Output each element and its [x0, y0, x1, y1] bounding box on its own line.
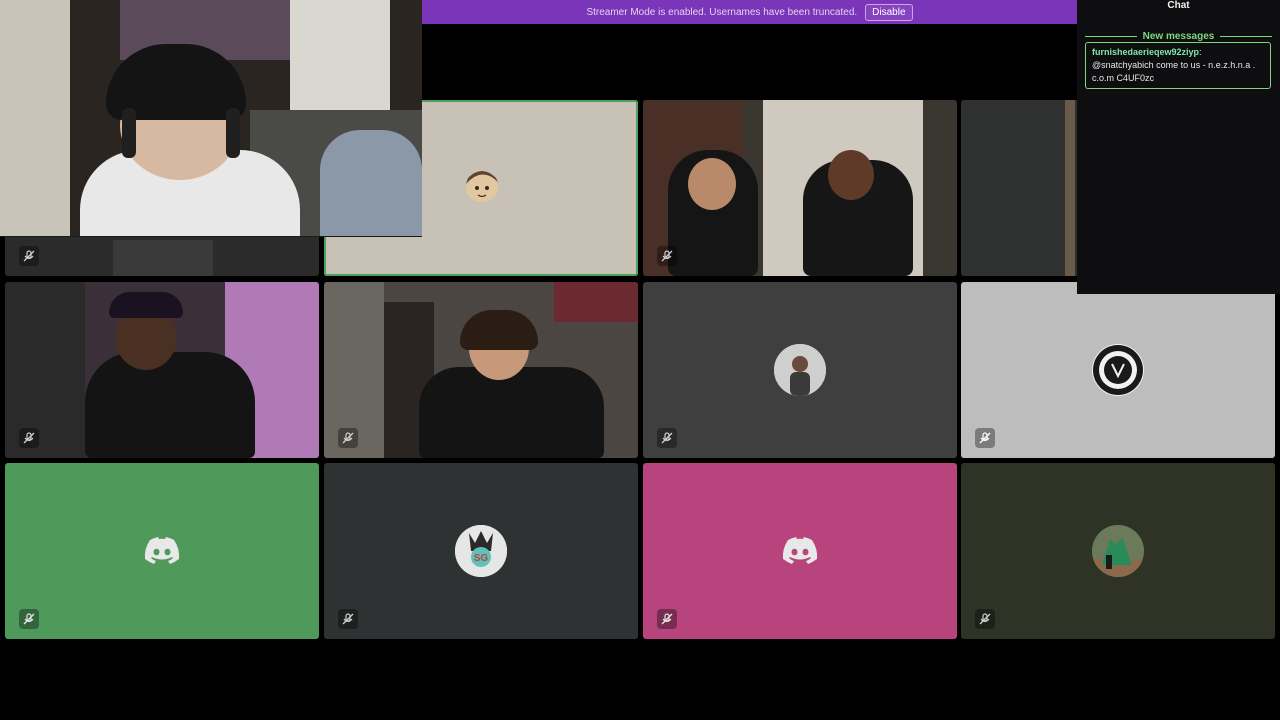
video-tile-12[interactable]	[961, 463, 1275, 639]
mute-icon	[657, 428, 677, 448]
streamer-mode-banner: Streamer Mode is enabled. Usernames have…	[422, 0, 1077, 24]
video-tile-9[interactable]	[5, 463, 319, 639]
video-tile-7[interactable]	[643, 282, 957, 458]
emblem-avatar	[1092, 344, 1144, 396]
outdoor-photo-avatar	[1092, 525, 1144, 577]
chat-title: Chat	[1167, 0, 1190, 11]
chat-message-text: @snatchyabich come to us - n.e.z.h.n.a .…	[1092, 60, 1256, 83]
new-messages-divider: New messages	[1085, 31, 1272, 42]
streamer-mode-message: Streamer Mode is enabled. Usernames have…	[586, 6, 858, 18]
chat-separator: :	[1199, 47, 1202, 57]
discord-logo-icon	[782, 537, 818, 565]
video-tile-11[interactable]	[643, 463, 957, 639]
disable-streamer-mode-button[interactable]: Disable	[865, 3, 913, 21]
chat-panel: Chat New messages furnishedaerieqew92ziy…	[1077, 0, 1280, 294]
discord-stage: SG Streamer Mode is enabled. Usernames h…	[0, 0, 1280, 720]
mute-icon	[975, 609, 995, 629]
chat-message[interactable]: furnishedaerieqew92ziyp: @snatchyabich c…	[1085, 42, 1271, 89]
anime-character-avatar	[456, 160, 508, 212]
mute-icon	[338, 428, 358, 448]
mute-icon	[657, 609, 677, 629]
video-tile-5[interactable]	[5, 282, 319, 458]
video-tile-6[interactable]	[324, 282, 638, 458]
chat-username[interactable]: furnishedaerieqew92ziyp	[1092, 47, 1199, 57]
person-photo-avatar	[774, 344, 826, 396]
mute-icon	[19, 428, 39, 448]
mute-icon	[338, 609, 358, 629]
new-messages-label: New messages	[1142, 31, 1215, 42]
video-tile-10[interactable]: SG	[324, 463, 638, 639]
video-tile-8[interactable]	[961, 282, 1275, 458]
mute-icon	[19, 609, 39, 629]
streamer-webcam	[0, 0, 422, 237]
discord-logo-icon	[144, 537, 180, 565]
mute-icon	[975, 428, 995, 448]
video-tile-3[interactable]	[643, 100, 957, 276]
mute-icon	[19, 246, 39, 266]
svg-text:SG: SG	[474, 553, 489, 564]
character-avatar: SG	[455, 525, 507, 577]
mute-icon	[657, 246, 677, 266]
